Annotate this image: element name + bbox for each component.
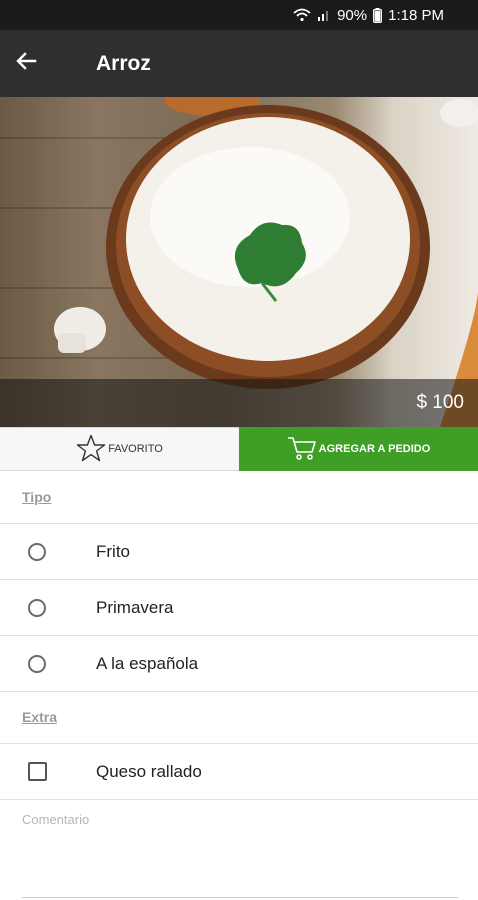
- option-label: Primavera: [96, 597, 174, 617]
- status-time: 1:18 PM: [388, 6, 444, 24]
- status-bar: 90% 1:18 PM: [0, 0, 478, 30]
- radio-button[interactable]: [28, 542, 46, 561]
- wifi-icon: [293, 8, 311, 22]
- price-label: $ 100: [416, 392, 464, 413]
- app-bar: Arroz: [0, 30, 478, 97]
- page-title: Arroz: [96, 51, 151, 75]
- battery-percent: 90%: [337, 6, 368, 24]
- product-image: $ 100: [0, 97, 478, 427]
- option-label: Frito: [96, 541, 130, 561]
- rice-bowl-image: [54, 97, 478, 427]
- radio-option-frito[interactable]: Frito: [0, 524, 478, 580]
- checkbox[interactable]: [28, 762, 47, 781]
- back-button[interactable]: [14, 30, 74, 97]
- cart-icon: [287, 435, 317, 464]
- radio-button[interactable]: [28, 654, 46, 673]
- add-to-order-button[interactable]: AGREGAR A PEDIDO: [239, 427, 478, 471]
- section-header-tipo: Tipo: [22, 489, 52, 505]
- comment-field[interactable]: [22, 812, 458, 898]
- checkbox-option-queso-rallado[interactable]: Queso rallado: [0, 744, 478, 800]
- radio-button[interactable]: [28, 598, 46, 617]
- add-to-order-label: AGREGAR A PEDIDO: [318, 443, 431, 455]
- signal-icon: [317, 8, 331, 22]
- favorite-button[interactable]: FAVORITO: [0, 427, 239, 471]
- radio-option-primavera[interactable]: Primavera: [0, 580, 478, 636]
- option-label: A la española: [96, 653, 199, 673]
- battery-icon: [373, 7, 383, 23]
- favorite-label: FAVORITO: [108, 443, 163, 455]
- radio-option-a-la-espanola[interactable]: A la española: [0, 636, 478, 692]
- section-header-extra: Extra: [22, 709, 58, 725]
- price-strip: [0, 379, 478, 427]
- action-buttons: FAVORITO AGREGAR A PEDIDO: [0, 427, 478, 471]
- back-arrow-icon: [14, 49, 38, 78]
- star-icon: [76, 434, 106, 465]
- option-label: Queso rallado: [96, 761, 202, 781]
